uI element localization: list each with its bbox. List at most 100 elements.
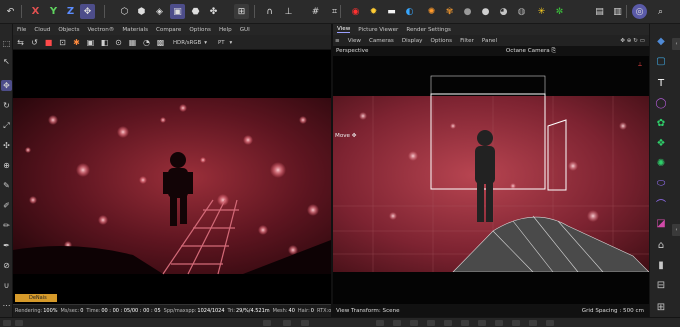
- viewport-grid-icon[interactable]: ▦: [127, 37, 138, 48]
- model-mode-icon[interactable]: ▣: [170, 4, 185, 19]
- timeline-button[interactable]: [529, 320, 537, 326]
- send-scene-icon[interactable]: ⇆: [15, 37, 26, 48]
- tab-render-settings[interactable]: Render Settings: [406, 27, 451, 33]
- menu-gui[interactable]: GUI: [240, 27, 250, 33]
- area-light-icon[interactable]: ▬: [384, 4, 399, 19]
- render-mode-dropdown[interactable]: PT ▾: [218, 38, 232, 47]
- viewport-menu-icon[interactable]: ≡: [335, 38, 340, 44]
- live-viewer-render[interactable]: DeNais: [13, 50, 331, 304]
- enable-axis-icon[interactable]: ⊥: [281, 4, 296, 19]
- spline-pen-icon[interactable]: ✐: [1, 200, 12, 211]
- undo-icon[interactable]: ↶: [3, 4, 18, 19]
- axis-x-toggle[interactable]: X: [28, 4, 43, 19]
- brush-tool-icon[interactable]: ✏: [1, 220, 12, 231]
- polygons-mode-icon[interactable]: ◈: [152, 4, 167, 19]
- axis-y-toggle[interactable]: Y: [46, 4, 61, 19]
- scatter-icon[interactable]: ✳: [534, 4, 549, 19]
- timeline-button[interactable]: [410, 320, 418, 326]
- layers-icon[interactable]: ◆: [654, 34, 668, 48]
- fog-volume-icon[interactable]: ✺: [424, 4, 439, 19]
- timeline-button[interactable]: [495, 320, 503, 326]
- pen-tool-icon[interactable]: ✎: [1, 180, 12, 191]
- clay-mode-icon[interactable]: ◔: [141, 37, 152, 48]
- camera-name-label[interactable]: Octane Camera ⎘: [506, 48, 556, 55]
- magnet-icon[interactable]: ∩: [262, 4, 277, 19]
- generator-icon[interactable]: ✼: [552, 4, 567, 19]
- transform-tool-icon[interactable]: ✣: [1, 140, 12, 151]
- placement-tool-icon[interactable]: ⊕: [1, 160, 12, 171]
- paint-tool-icon[interactable]: ✒: [1, 240, 12, 251]
- region-render-icon[interactable]: ▣: [85, 37, 96, 48]
- extra-tools-icon[interactable]: ⋯: [1, 300, 12, 311]
- timeline-button[interactable]: [427, 320, 435, 326]
- bend-icon[interactable]: ⌒: [654, 196, 668, 211]
- menu-cameras[interactable]: Cameras: [369, 38, 394, 44]
- timeline-button[interactable]: [3, 320, 11, 326]
- diffuse-material-icon[interactable]: ◍: [514, 4, 529, 19]
- timeline-button[interactable]: [376, 320, 384, 326]
- camera-object-icon[interactable]: ⌂: [654, 238, 668, 252]
- histogram-icon[interactable]: ▩: [155, 37, 166, 48]
- side-tab[interactable]: ‹: [672, 224, 680, 236]
- timeline-button[interactable]: [461, 320, 469, 326]
- menu-cloud[interactable]: Cloud: [34, 27, 50, 33]
- settings-gear-icon[interactable]: ✱: [71, 37, 82, 48]
- menu-display[interactable]: Display: [402, 38, 423, 44]
- menu-objects[interactable]: Objects: [58, 27, 79, 33]
- edges-mode-icon[interactable]: ⬢: [134, 4, 149, 19]
- effector-icon[interactable]: ✺: [654, 156, 668, 170]
- lock-icon[interactable]: ⊡: [57, 37, 68, 48]
- select-tool-icon[interactable]: ⬚: [1, 38, 12, 49]
- render-view-icon[interactable]: ▤: [592, 4, 607, 19]
- camera-mode-label[interactable]: Perspective: [336, 48, 368, 54]
- cloner-icon[interactable]: ✿: [654, 116, 668, 130]
- menu-options[interactable]: Options: [189, 27, 211, 33]
- viewport-nav-icons[interactable]: ✥ ⊕ ↻ ▭: [620, 38, 645, 44]
- light-object-icon[interactable]: ▮: [654, 258, 668, 272]
- timeline-button[interactable]: [263, 320, 271, 326]
- snap-icon[interactable]: ⊞: [234, 4, 249, 19]
- menu-compare[interactable]: Compare: [156, 27, 181, 33]
- side-tab[interactable]: ‹: [672, 38, 680, 50]
- render-queue-icon[interactable]: ▥: [610, 4, 625, 19]
- hdri-environment-icon[interactable]: ◐: [402, 4, 417, 19]
- timeline-button[interactable]: [444, 320, 452, 326]
- menu-file[interactable]: File: [17, 27, 26, 33]
- timeline-button[interactable]: [546, 320, 554, 326]
- mograph-icon[interactable]: ❖: [654, 136, 668, 150]
- timeline-button[interactable]: [283, 320, 291, 326]
- daylight-icon[interactable]: ✹: [366, 4, 381, 19]
- texture-mode-icon[interactable]: ✤: [206, 4, 221, 19]
- focus-picker-icon[interactable]: ⊙: [113, 37, 124, 48]
- layer-badge[interactable]: DeNais: [15, 294, 57, 302]
- timeline-button[interactable]: [512, 320, 520, 326]
- editor-viewport[interactable]: ⟂ Move ✥: [333, 56, 649, 304]
- scale-tool-icon[interactable]: ⤢: [1, 120, 12, 131]
- axis-z-toggle[interactable]: Z: [63, 4, 78, 19]
- menu-help[interactable]: Help: [219, 27, 232, 33]
- menu-view[interactable]: View: [348, 38, 361, 44]
- environment-icon[interactable]: ⊟: [654, 278, 668, 292]
- glossy-material-icon[interactable]: ●: [478, 4, 493, 19]
- timeline-button[interactable]: [393, 320, 401, 326]
- workplane-grid-icon[interactable]: #: [308, 4, 323, 19]
- move-tool-icon[interactable]: ✥: [1, 80, 12, 91]
- null-object-icon[interactable]: ◯: [654, 96, 668, 110]
- color-space-dropdown[interactable]: HDR/sRGB ▾: [173, 38, 207, 47]
- deformer-icon[interactable]: ⬭: [654, 176, 668, 190]
- tab-picture-viewer[interactable]: Picture Viewer: [358, 27, 398, 33]
- restart-render-icon[interactable]: ↺: [29, 37, 40, 48]
- menu-materials[interactable]: Materials: [122, 27, 148, 33]
- menu-panel[interactable]: Panel: [482, 38, 497, 44]
- material-sphere-icon[interactable]: ●: [460, 4, 475, 19]
- tag-icon[interactable]: ⊞: [654, 300, 668, 314]
- timeline-button[interactable]: [478, 320, 486, 326]
- channel-icon[interactable]: ◧: [99, 37, 110, 48]
- rotate-tool-icon[interactable]: ↻: [1, 100, 12, 111]
- menu-vectron[interactable]: Vectron®: [88, 27, 115, 33]
- sculpt-tool-icon[interactable]: ⊘: [1, 260, 12, 271]
- live-selection-icon[interactable]: ↖: [1, 56, 12, 67]
- menu-filter[interactable]: Filter: [460, 38, 474, 44]
- timeline-button[interactable]: [15, 320, 23, 326]
- vdb-volume-icon[interactable]: ✾: [442, 4, 457, 19]
